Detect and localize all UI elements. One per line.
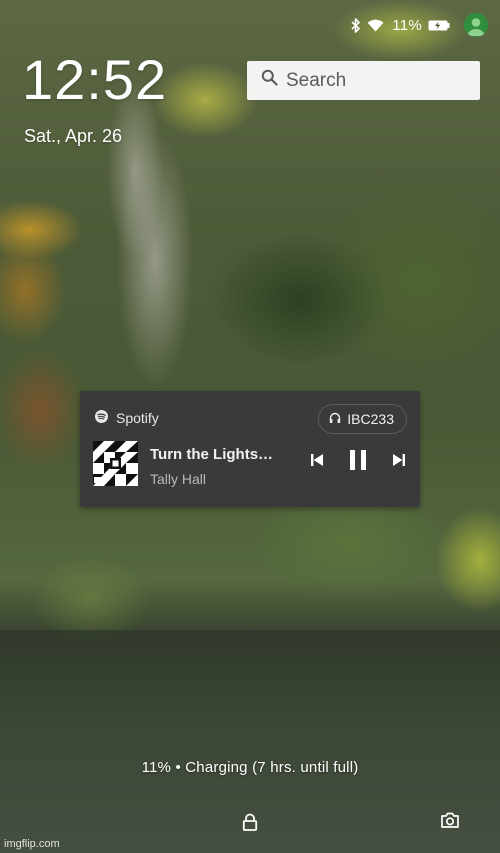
charging-status: 11% • Charging (7 hrs. until full) [141,759,359,776]
lock-icon [242,813,258,836]
media-notification[interactable]: Spotify IBC233 Turn the Lights… Tally Ha… [80,391,420,507]
lockscreen-date: Sat., Apr. 26 [24,126,123,146]
media-controls [310,449,406,471]
watermark: imgflip.com [4,838,60,850]
output-device-chip[interactable]: IBC233 [318,404,407,434]
track-title: Turn the Lights… [150,446,274,463]
media-app-row: Spotify [95,410,159,426]
user-avatar-icon[interactable] [464,13,488,37]
search-icon [261,69,278,92]
search-placeholder: Search [286,69,347,91]
track-artist: Tally Hall [150,471,207,487]
battery-charging-icon [428,20,450,31]
camera-icon[interactable] [440,811,460,834]
previous-track-button[interactable] [310,453,324,467]
search-bar[interactable]: Search [247,61,480,100]
lockscreen-clock: 12:52 [22,48,168,111]
media-app-name: Spotify [116,410,159,426]
next-track-button[interactable] [392,453,406,467]
battery-percent: 11% [392,16,422,34]
wifi-icon [367,19,384,32]
headphones-icon [329,411,341,427]
spotify-icon [95,410,108,426]
album-art [93,441,138,486]
pause-button[interactable] [349,449,367,471]
output-device-name: IBC233 [347,411,394,427]
bluetooth-icon [351,17,361,33]
status-bar: 11% [351,12,488,38]
